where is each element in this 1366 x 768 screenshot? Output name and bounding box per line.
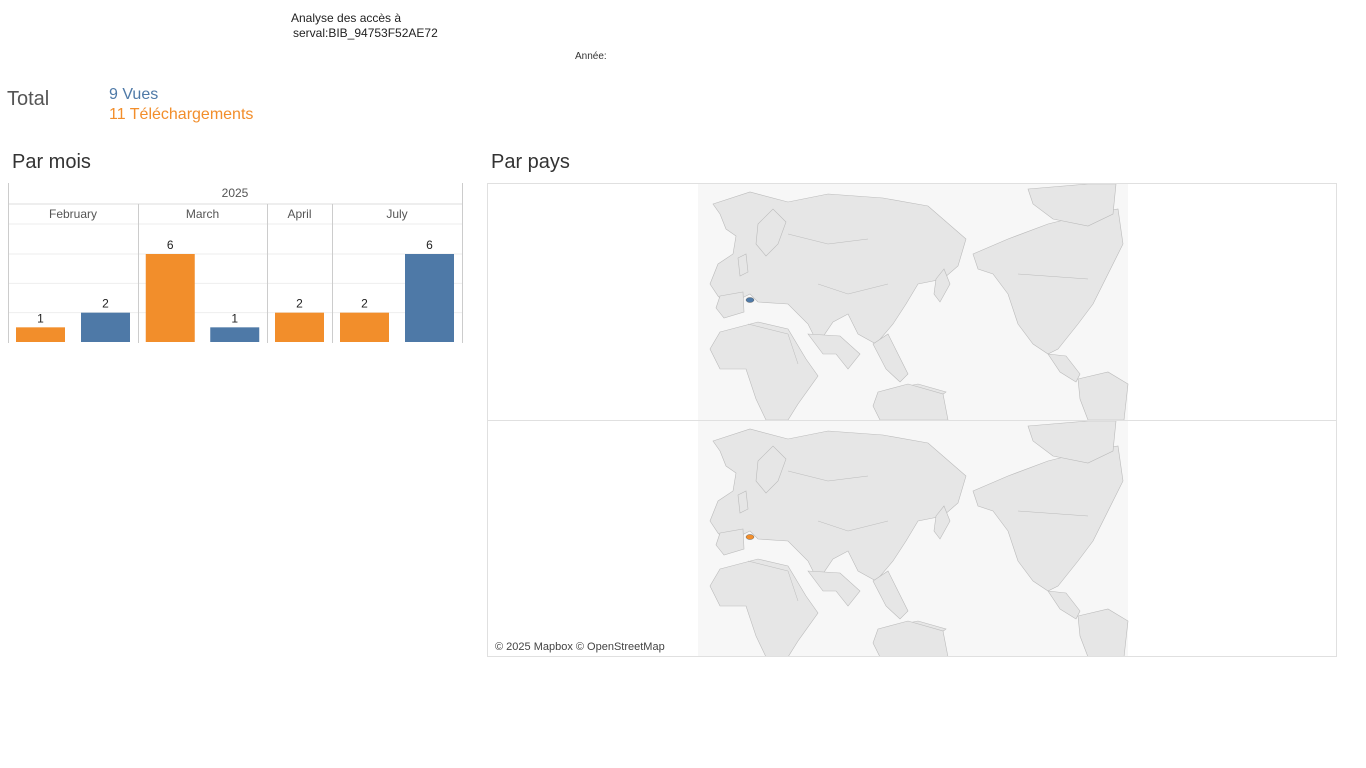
highlighted-country-switzerland[interactable]	[745, 297, 755, 303]
month-label: April	[287, 207, 311, 221]
bar-value-label: 2	[102, 297, 109, 311]
map-attribution: © 2025 Mapbox © OpenStreetMap	[495, 641, 665, 653]
bar-views-july[interactable]	[405, 254, 454, 342]
map-panel-views[interactable]	[488, 184, 1336, 421]
bar-downloads-march[interactable]	[145, 254, 195, 342]
bar-value-label: 6	[426, 238, 433, 252]
monthly-bar-chart: 2025 February 1 2 March 6 1 April 2 July 2 6	[8, 183, 463, 343]
world-map-views[interactable]	[488, 184, 1336, 420]
bar-value-label: 2	[296, 297, 303, 311]
total-label: Total	[7, 88, 50, 110]
bar-views-march[interactable]	[210, 327, 260, 342]
bar-value-label: 1	[231, 311, 238, 325]
month-label: February	[49, 207, 97, 221]
year-header: 2025	[222, 186, 249, 200]
land-south-america	[1077, 371, 1129, 420]
bar-value-label: 6	[167, 238, 174, 252]
bar-views-february[interactable]	[81, 312, 130, 342]
bar-downloads-july[interactable]	[340, 312, 389, 342]
bar-downloads-april[interactable]	[275, 312, 324, 342]
page-title: Analyse des accès à serval:BIB_94753F52A…	[291, 11, 438, 41]
land-uk	[737, 490, 749, 514]
title-line-1: Analyse des accès à	[291, 11, 402, 25]
total-views: 9 Vues	[109, 86, 159, 103]
bar-value-label: 1	[37, 311, 44, 325]
map-panel-downloads[interactable]	[488, 421, 1336, 656]
section-title-by-country: Par pays	[491, 151, 570, 173]
bar-downloads-february[interactable]	[16, 327, 65, 342]
highlighted-country-switzerland[interactable]	[745, 534, 755, 540]
monthly-bar-chart-svg: 2025 February 1 2 March 6 1 April 2 July 2 6	[8, 183, 463, 343]
total-downloads: 11 Téléchargements	[109, 106, 254, 123]
title-line-2: serval:BIB_94753F52AE72	[293, 26, 438, 40]
bar-value-label: 2	[361, 297, 368, 311]
section-title-by-month: Par mois	[12, 151, 91, 173]
month-label: March	[186, 207, 219, 221]
country-map[interactable]	[487, 183, 1337, 657]
year-filter-label[interactable]: Année:	[575, 51, 607, 62]
world-map-downloads[interactable]	[488, 421, 1336, 656]
month-label: July	[386, 207, 407, 221]
land-uk	[737, 253, 749, 277]
